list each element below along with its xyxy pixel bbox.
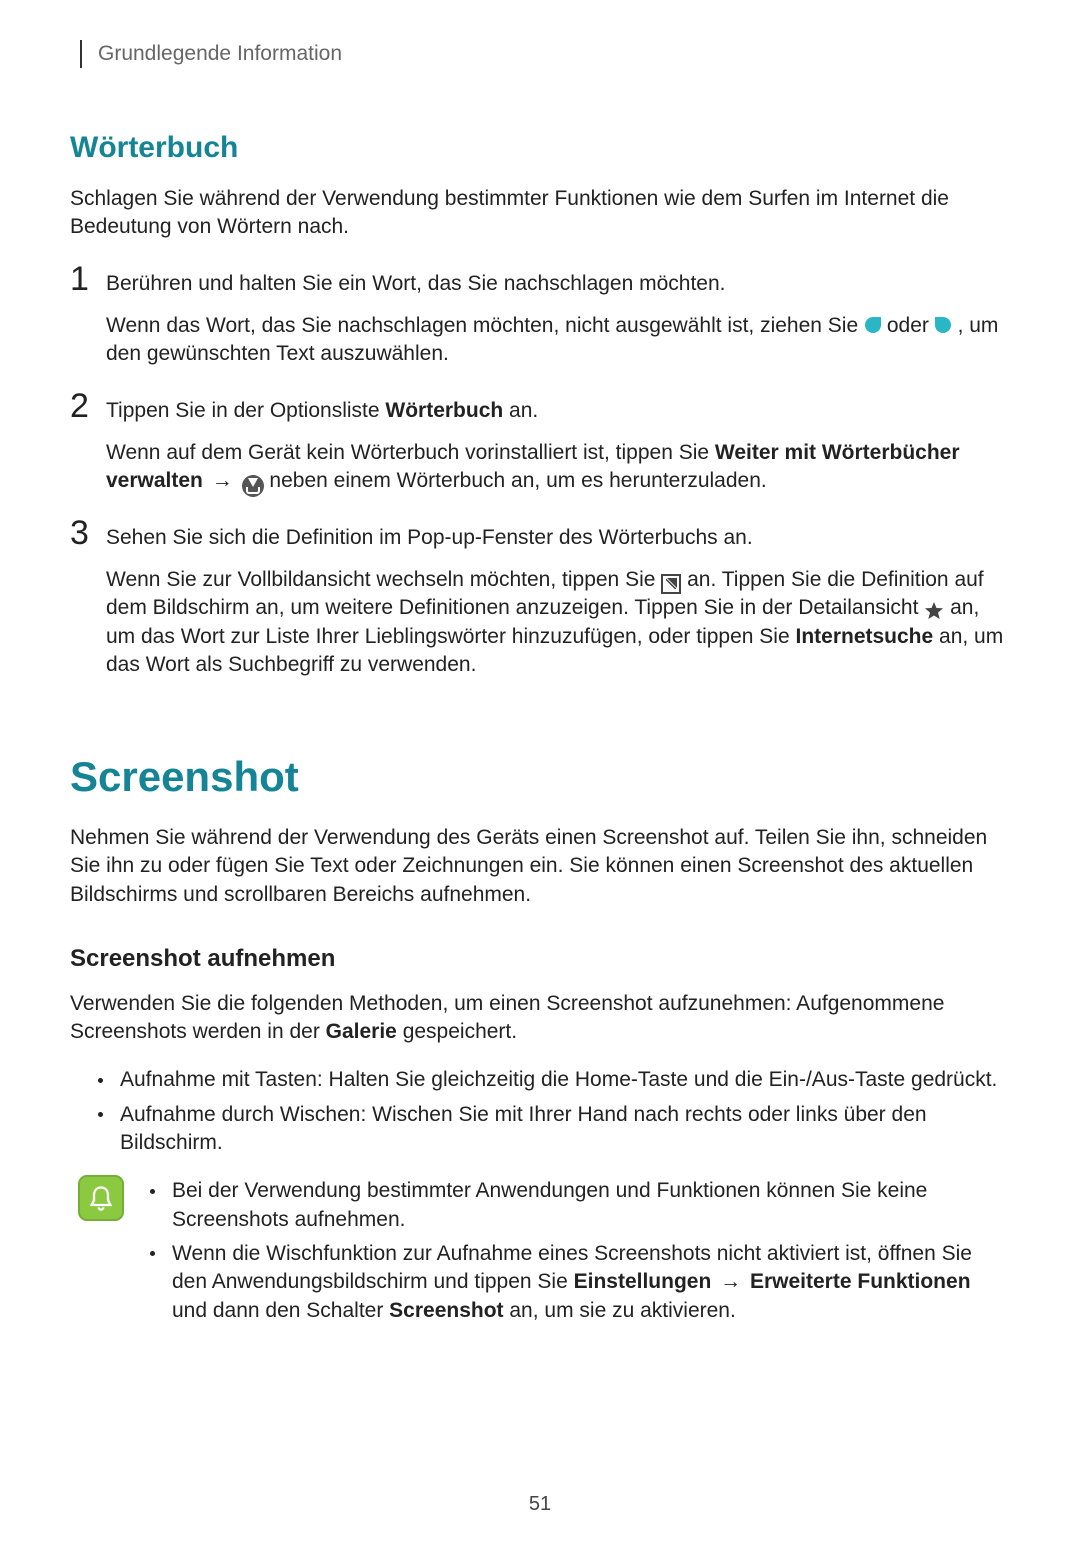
list-item: Aufnahme durch Wischen: Wischen Sie mit …	[98, 1101, 1010, 1158]
section-heading-dictionary: Wörterbuch	[70, 128, 1010, 169]
step-3: 3 Sehen Sie sich die Definition im Pop-u…	[70, 516, 1010, 558]
step-2: 2 Tippen Sie in der Optionsliste Wörterb…	[70, 389, 1010, 431]
selection-handle-left-icon	[864, 317, 881, 339]
running-header-text: Grundlegende Information	[98, 42, 342, 65]
note-bell-icon	[78, 1175, 124, 1221]
arrow-right-icon: →	[717, 1270, 744, 1293]
note-block: Bei der Verwendung bestimmter Anwendunge…	[70, 1171, 1010, 1331]
step-number: 1	[70, 262, 106, 296]
star-favorite-icon	[924, 601, 944, 621]
arrow-right-icon: →	[209, 469, 236, 492]
sub-heading-capture: Screenshot aufnehmen	[70, 943, 1010, 975]
step-1-lead: Berühren und halten Sie ein Wort, das Si…	[106, 270, 1010, 298]
screenshot-method-para: Verwenden Sie die folgenden Methoden, um…	[70, 990, 1010, 1047]
expand-fullscreen-icon	[661, 574, 681, 594]
download-icon	[242, 475, 264, 497]
page-body: Grundlegende Information Wörterbuch Schl…	[0, 0, 1080, 1558]
major-heading-screenshot: Screenshot	[70, 749, 1010, 806]
step-1: 1 Berühren und halten Sie ein Wort, das …	[70, 262, 1010, 304]
list-item: Wenn die Wischfunktion zur Aufnahme eine…	[150, 1240, 1010, 1325]
step-3-detail: Wenn Sie zur Vollbildansicht wechseln mö…	[106, 566, 1010, 679]
dictionary-intro: Schlagen Sie während der Verwendung best…	[70, 185, 1010, 242]
step-number: 2	[70, 389, 106, 423]
list-item: Aufnahme mit Tasten: Halten Sie gleichze…	[98, 1066, 1010, 1094]
step-1-detail: Wenn das Wort, das Sie nachschlagen möch…	[106, 312, 1010, 369]
screenshot-intro: Nehmen Sie während der Verwendung des Ge…	[70, 824, 1010, 909]
step-number: 3	[70, 516, 106, 550]
list-item: Bei der Verwendung bestimmter Anwendunge…	[150, 1177, 1010, 1234]
selection-handle-right-icon	[935, 317, 952, 339]
header-indent-rule	[70, 40, 82, 68]
method-list: Aufnahme mit Tasten: Halten Sie gleichze…	[70, 1066, 1010, 1157]
page-number: 51	[70, 1491, 1010, 1518]
running-header: Grundlegende Information	[70, 40, 1010, 68]
step-2-lead: Tippen Sie in der Optionsliste Wörterbuc…	[106, 397, 1010, 425]
step-3-lead: Sehen Sie sich die Definition im Pop-up-…	[106, 524, 1010, 552]
note-list: Bei der Verwendung bestimmter Anwendunge…	[150, 1171, 1010, 1331]
step-2-detail: Wenn auf dem Gerät kein Wörterbuch vorin…	[106, 439, 1010, 496]
